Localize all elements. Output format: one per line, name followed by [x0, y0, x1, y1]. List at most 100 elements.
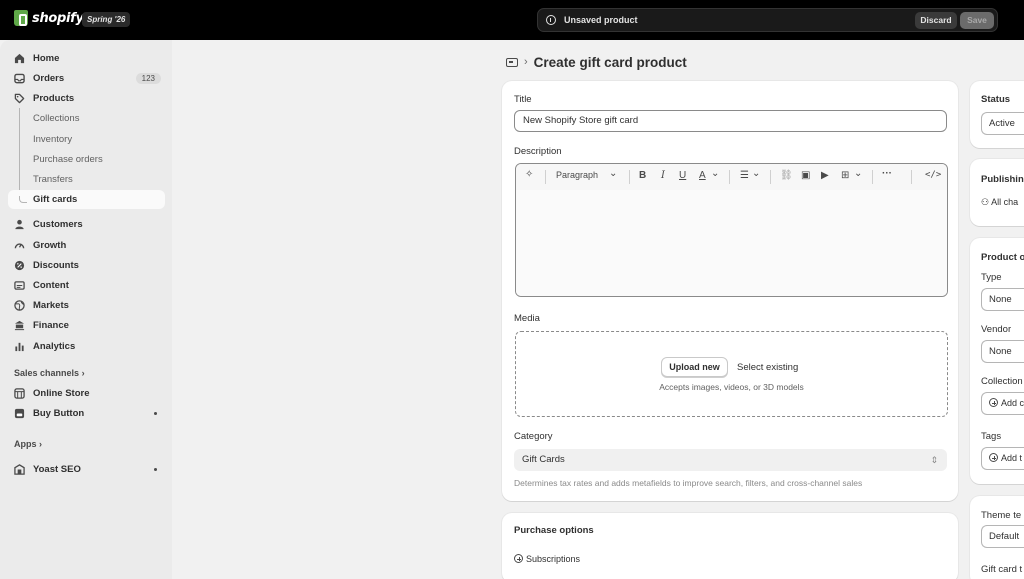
theme-template-select[interactable]: Default [981, 525, 1024, 548]
description-label: Description [514, 146, 562, 157]
apps-heading[interactable]: Apps › [14, 439, 42, 449]
chevron-down-icon[interactable]: ⌄ [711, 168, 719, 179]
subscriptions-button[interactable]: Subscriptions [514, 554, 580, 564]
sidebar-item-transfers[interactable]: Transfers [8, 170, 165, 189]
sidebar-item-label: Buy Button [33, 408, 85, 419]
italic-icon[interactable]: I [661, 170, 665, 181]
sidebar-item-label: Purchase orders [33, 154, 103, 165]
type-input[interactable]: None [981, 288, 1024, 311]
tags-input[interactable]: Add t [981, 447, 1024, 470]
gift-card-template-label: Gift card t [981, 564, 1023, 575]
sidebar-item-discounts[interactable]: Discounts [8, 256, 165, 275]
inbox-icon [14, 73, 25, 84]
sidebar-item-content[interactable]: Content [8, 276, 165, 295]
more-dot[interactable] [154, 412, 157, 415]
sidebar-item-label: Transfers [33, 174, 73, 185]
gift-card-icon[interactable] [506, 57, 518, 67]
sidebar-item-analytics[interactable]: Analytics [8, 337, 165, 356]
sidebar-item-label: Collections [33, 113, 80, 124]
sidebar-item-products[interactable]: Products [8, 89, 165, 108]
link-icon[interactable]: ⛓ [780, 170, 793, 181]
alert-circle-icon [546, 15, 556, 25]
sidebar-item-label: Customers [33, 219, 83, 230]
sidebar-item-online-store[interactable]: Online Store [8, 384, 165, 403]
sidebar-item-label: Yoast SEO [33, 464, 81, 475]
media-dropzone[interactable]: Upload new Select existing Accepts image… [515, 331, 948, 417]
shopify-logo[interactable]: shopify [14, 10, 84, 26]
description-textarea[interactable] [516, 190, 947, 296]
insert-video-icon[interactable]: ▶ [821, 170, 829, 181]
vendor-input[interactable]: None [981, 340, 1024, 363]
sidebar-item-inventory[interactable]: Inventory [8, 130, 165, 149]
purchase-options-card: Purchase options Subscriptions [502, 513, 958, 579]
sales-channels-heading[interactable]: Sales channels › [14, 368, 85, 378]
select-existing-link[interactable]: Select existing [737, 362, 798, 373]
select-arrows-icon: ⇕ [930, 455, 938, 465]
chevron-down-icon[interactable]: ⌄ [752, 168, 760, 179]
sidebar-item-label: Gift cards [33, 194, 78, 205]
sidebar-item-growth[interactable]: Growth [8, 236, 165, 255]
chevron-down-icon[interactable]: ⌄ [854, 168, 862, 179]
insert-image-icon[interactable]: ▣ [801, 170, 810, 181]
bold-icon[interactable]: B [639, 170, 646, 181]
chevron-down-icon[interactable]: ⌄ [609, 168, 617, 179]
globe-icon [14, 300, 25, 311]
unsaved-text: Unsaved product [564, 15, 638, 25]
sidebar-item-gift-cards[interactable]: Gift cards [8, 190, 165, 209]
status-select[interactable]: Active [981, 112, 1024, 135]
section-label: Sales channels [14, 368, 80, 378]
align-icon[interactable]: ☰ [740, 170, 749, 181]
shopify-bag-icon [14, 10, 28, 26]
sidebar-item-finance[interactable]: Finance [8, 316, 165, 335]
sidebar-item-markets[interactable]: Markets [8, 296, 165, 315]
channels-icon: ⚇ [981, 197, 990, 207]
category-help-text: Determines tax rates and adds metafields… [514, 478, 863, 488]
more-dot[interactable] [154, 468, 157, 471]
theme-template-title: Theme te [981, 510, 1022, 521]
sidebar-item-label: Markets [33, 300, 69, 311]
discount-icon [14, 260, 25, 271]
collections-input[interactable]: Add c [981, 392, 1024, 415]
code-icon[interactable]: </> [925, 170, 941, 180]
table-icon[interactable]: ⊞ [841, 170, 849, 181]
sales-channels-summary[interactable]: ⚇ All cha [981, 197, 1018, 208]
publishing-card: Publishing ⚇ All cha [970, 159, 1024, 226]
sidebar-item-home[interactable]: Home [8, 49, 165, 68]
ai-sparkle-icon[interactable]: ✧ [525, 169, 533, 180]
bank-icon [14, 320, 25, 331]
sidebar-item-label: Discounts [33, 260, 79, 271]
sidebar-item-purchase-orders[interactable]: Purchase orders [8, 150, 165, 169]
title-label: Title [514, 94, 532, 105]
upload-new-button[interactable]: Upload new [661, 357, 728, 377]
orders-count-badge: 123 [135, 73, 161, 84]
more-icon[interactable]: ··· [882, 168, 892, 179]
save-button[interactable]: Save [960, 12, 994, 29]
person-icon [15, 219, 24, 230]
publishing-title: Publishing [981, 174, 1024, 185]
subscriptions-label: Subscriptions [526, 554, 581, 564]
category-value: Gift Cards [522, 454, 565, 465]
sidebar-item-orders[interactable]: Orders 123 [8, 69, 165, 88]
sidebar-item-yoast-seo[interactable]: Yoast SEO [8, 460, 165, 479]
sidebar-item-collections[interactable]: Collections [8, 109, 165, 128]
status-card: Status Active [970, 81, 1024, 148]
category-select[interactable]: Gift Cards ⇕ [514, 449, 947, 471]
sidebar-item-customers[interactable]: Customers [8, 215, 165, 234]
divider [872, 170, 873, 184]
home-icon [14, 53, 25, 64]
sidebar-item-label: Finance [33, 320, 69, 331]
collections-label: Collection [981, 376, 1023, 387]
tag-icon [14, 93, 25, 104]
sidebar-item-buy-button[interactable]: Buy Button [8, 404, 165, 423]
subnav-arrow [19, 196, 27, 203]
discard-button[interactable]: Discard [915, 12, 957, 29]
accepts-hint: Accepts images, videos, or 3D models [659, 382, 804, 392]
title-input[interactable]: New Shopify Store gift card [514, 110, 947, 132]
collections-value: Add c [1001, 398, 1024, 408]
paragraph-select[interactable]: Paragraph [556, 170, 598, 180]
underline-icon[interactable]: U [679, 170, 686, 181]
logo-text: shopify [32, 10, 84, 26]
type-label: Type [981, 272, 1002, 283]
page-title: Create gift card product [533, 54, 687, 70]
text-color-icon[interactable]: A [699, 170, 706, 181]
